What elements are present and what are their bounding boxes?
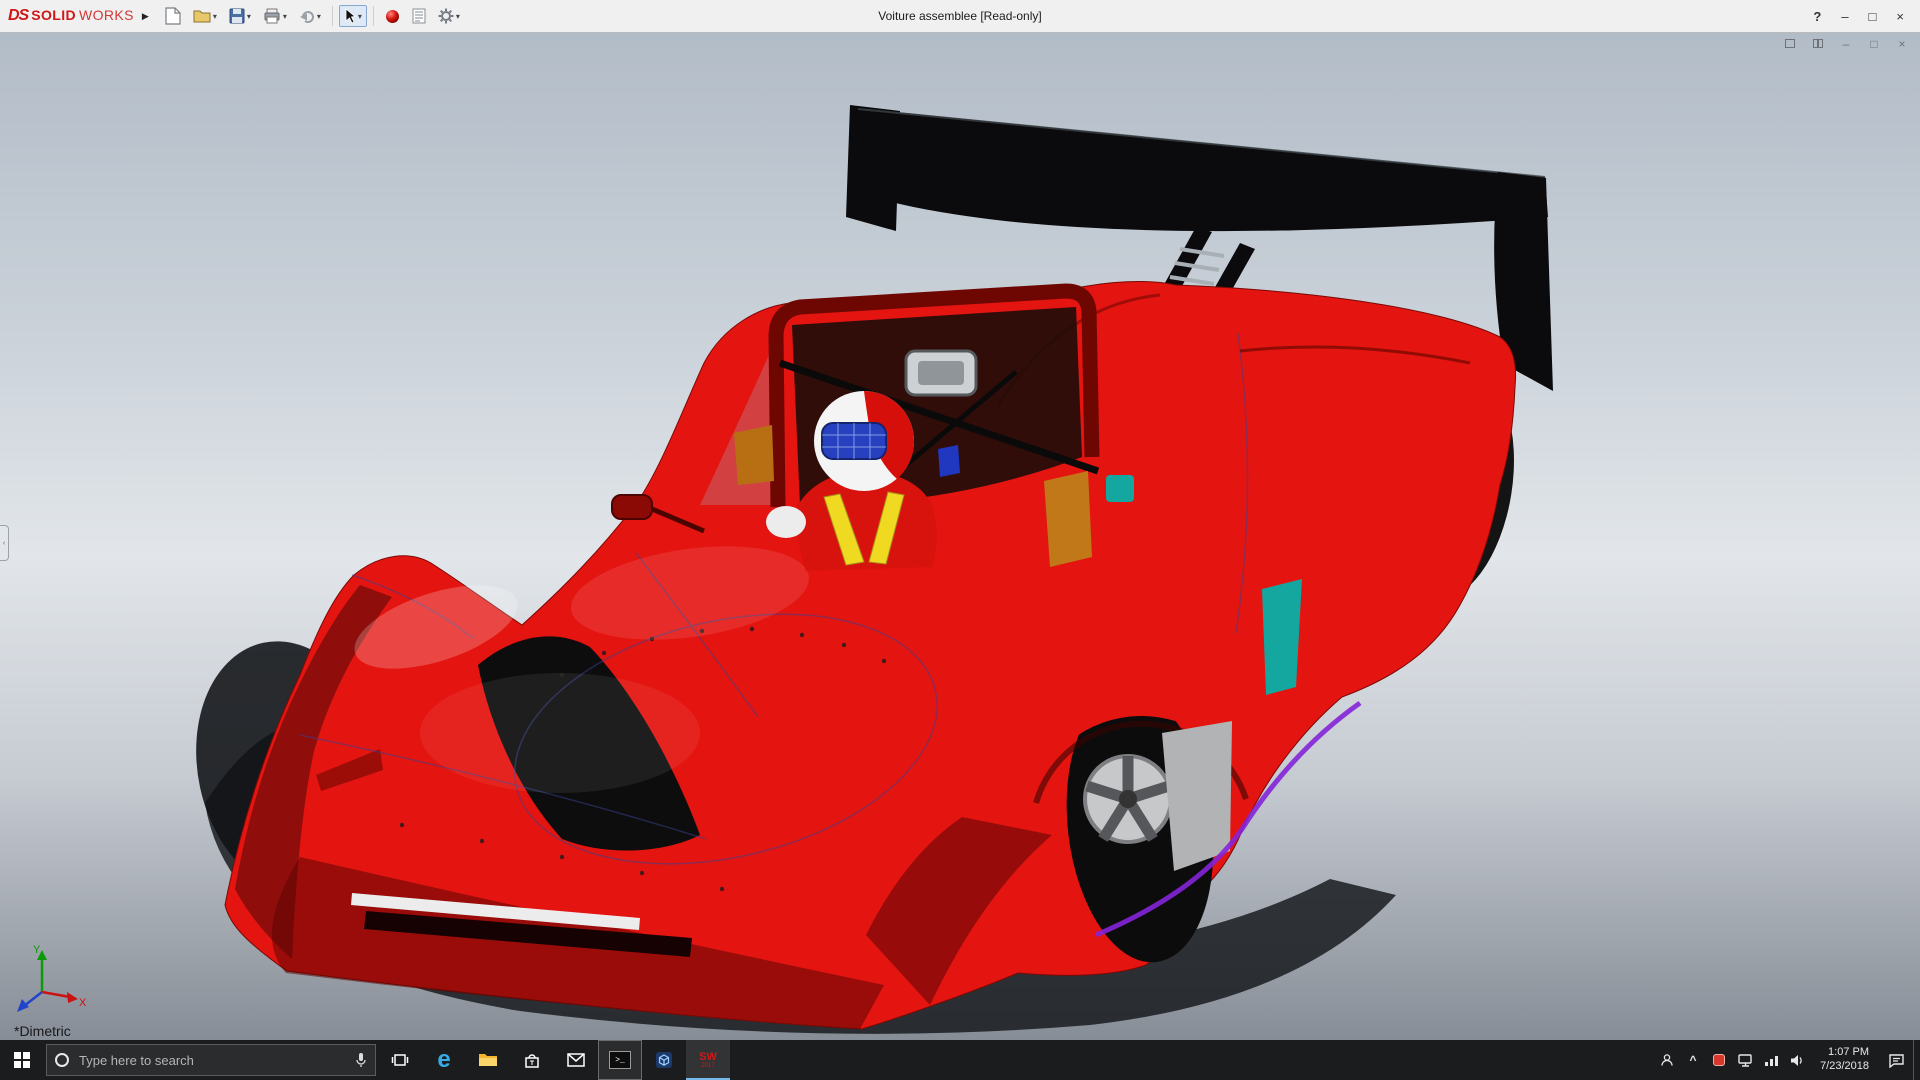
- solidworks-logo: DS SOLIDWORKS: [8, 7, 134, 25]
- doc-close-button[interactable]: ×: [1894, 36, 1910, 52]
- file-explorer-button[interactable]: [466, 1040, 510, 1080]
- print-dropdown-icon[interactable]: ▾: [283, 12, 287, 21]
- action-center-button[interactable]: [1879, 1040, 1913, 1080]
- save-button[interactable]: ▾: [224, 5, 256, 27]
- store-button[interactable]: [510, 1040, 554, 1080]
- file-explorer-icon: [478, 1052, 498, 1068]
- taskbar-clock[interactable]: 1:07 PM 7/23/2018: [1810, 1040, 1879, 1080]
- select-arrow-icon: [344, 8, 356, 24]
- select-dropdown-icon[interactable]: ▾: [358, 12, 362, 21]
- terminal-icon: >_: [609, 1051, 631, 1069]
- new-document-button[interactable]: [160, 4, 186, 28]
- start-button[interactable]: [0, 1040, 44, 1080]
- doc-minimize-button[interactable]: –: [1838, 36, 1854, 52]
- clock-time: 1:07 PM: [1828, 1046, 1869, 1060]
- solidworks-2017-icon: SW 2017: [699, 1052, 717, 1069]
- triad-y-label: Y: [33, 944, 41, 956]
- triad-x-label: X: [79, 997, 87, 1009]
- open-folder-icon: [193, 9, 211, 23]
- terminal-button[interactable]: >_: [598, 1040, 642, 1080]
- show-desktop-button[interactable]: [1913, 1040, 1920, 1080]
- tray-display-button[interactable]: [1732, 1040, 1758, 1080]
- settings-dropdown-icon[interactable]: ▾: [456, 12, 460, 21]
- security-alert-icon: [1713, 1054, 1725, 1066]
- appearance-button[interactable]: [380, 6, 405, 27]
- print-icon: [263, 8, 281, 24]
- undo-button[interactable]: ▾: [294, 6, 326, 26]
- brand-works: WORKS: [79, 7, 134, 23]
- close-button[interactable]: ×: [1896, 9, 1904, 24]
- window-controls: ? – □ ×: [1813, 9, 1912, 24]
- network-icon: [1764, 1054, 1779, 1066]
- task-view-button[interactable]: [378, 1040, 422, 1080]
- save-dropdown-icon[interactable]: ▾: [247, 12, 251, 21]
- car-model-3d[interactable]: [0, 33, 1920, 1040]
- minimize-button[interactable]: –: [1841, 9, 1848, 24]
- tray-volume-button[interactable]: [1784, 1040, 1810, 1080]
- open-dropdown-icon[interactable]: ▾: [213, 12, 217, 21]
- cube-app-button[interactable]: [642, 1040, 686, 1080]
- split-window-button[interactable]: [1810, 36, 1826, 52]
- print-button[interactable]: ▾: [258, 5, 292, 27]
- settings-button[interactable]: ▾: [433, 5, 465, 27]
- title-bar: DS SOLIDWORKS ▶ ▾ ▾ ▾ ▾ ▾ ▾ Voiture asse…: [0, 0, 1920, 33]
- people-icon: [1660, 1053, 1674, 1067]
- undo-icon: [299, 9, 315, 23]
- store-bag-icon: [523, 1052, 541, 1069]
- action-center-icon: [1888, 1053, 1905, 1068]
- task-view-icon: [391, 1053, 409, 1067]
- document-window-controls: – □ ×: [1782, 36, 1910, 52]
- brand-solid: SOLID: [31, 7, 76, 23]
- edge-icon: e: [437, 1048, 450, 1072]
- doc-restore-button[interactable]: □: [1866, 36, 1882, 52]
- windows-taskbar: e >_ SW 2017: [0, 1040, 1920, 1080]
- new-document-icon: [165, 7, 181, 25]
- volume-icon: [1790, 1054, 1805, 1067]
- toolbar-separator: [373, 6, 374, 26]
- open-button[interactable]: ▾: [188, 6, 222, 26]
- maximize-button[interactable]: □: [1869, 9, 1877, 24]
- sheet-icon: [412, 8, 426, 24]
- graphics-area[interactable]: – □ × ‹ Y X *Dimetric: [0, 33, 1920, 1040]
- edge-button[interactable]: e: [422, 1040, 466, 1080]
- tray-people-button[interactable]: [1654, 1040, 1680, 1080]
- toolbar-separator: [332, 6, 333, 26]
- tray-overflow-button[interactable]: ^: [1680, 1040, 1706, 1080]
- mail-envelope-icon: [567, 1053, 585, 1067]
- cube-app-icon: [656, 1052, 672, 1068]
- display-icon: [1738, 1053, 1753, 1067]
- taskbar-search[interactable]: [46, 1044, 376, 1076]
- menu-flyout-arrow-icon[interactable]: ▶: [142, 11, 149, 22]
- undo-dropdown-icon[interactable]: ▾: [317, 12, 321, 21]
- system-tray: ^ 1:07 PM 7/23/2018: [1654, 1040, 1920, 1080]
- microphone-icon[interactable]: [355, 1052, 367, 1068]
- cortana-icon: [55, 1053, 69, 1067]
- feature-panel-collapse-tab[interactable]: ‹: [0, 525, 9, 561]
- tray-network-button[interactable]: [1758, 1040, 1784, 1080]
- tray-security-button[interactable]: [1706, 1040, 1732, 1080]
- appearance-sphere-icon: [385, 9, 400, 24]
- view-orientation-label: *Dimetric: [14, 1023, 71, 1039]
- ds-logo-icon: DS: [8, 7, 28, 25]
- chevron-up-icon: ^: [1690, 1053, 1697, 1067]
- clock-date: 7/23/2018: [1820, 1060, 1869, 1074]
- gear-icon: [438, 8, 454, 24]
- orientation-triad: Y X: [8, 940, 92, 1024]
- new-window-button[interactable]: [1782, 36, 1798, 52]
- windows-logo-icon: [14, 1052, 30, 1068]
- sheet-options-button[interactable]: [407, 5, 431, 27]
- save-icon: [229, 8, 245, 24]
- select-tool-button[interactable]: ▾: [339, 5, 367, 27]
- solidworks-taskbar-button[interactable]: SW 2017: [686, 1040, 730, 1080]
- rocker-panel: [1162, 721, 1232, 871]
- helmet: [814, 391, 914, 491]
- mail-button[interactable]: [554, 1040, 598, 1080]
- search-input[interactable]: [77, 1052, 347, 1069]
- help-button[interactable]: ?: [1813, 9, 1821, 24]
